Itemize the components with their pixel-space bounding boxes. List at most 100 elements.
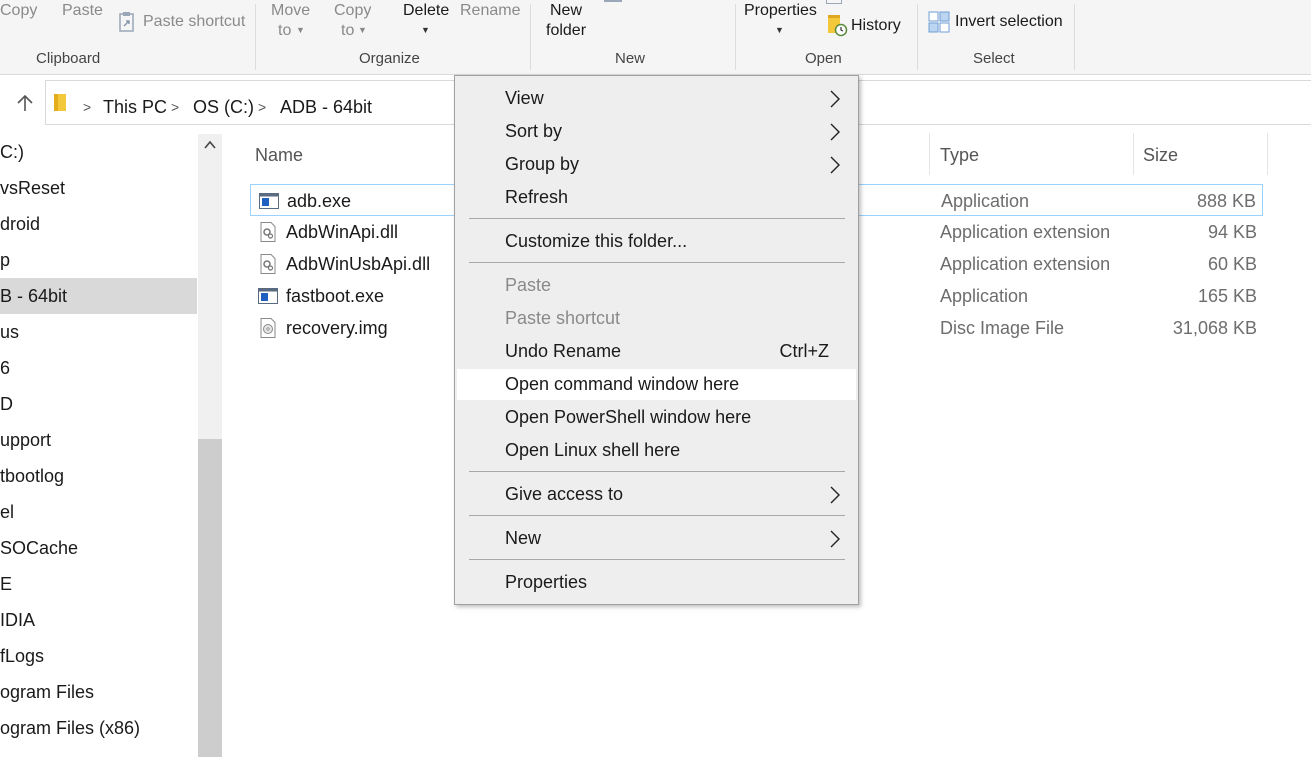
invert-selection-button[interactable]: Invert selection	[955, 12, 1063, 32]
menu-item-view[interactable]: View	[457, 83, 856, 114]
file-size: 31,068 KB	[1172, 318, 1257, 338]
breadcrumb-os-c[interactable]: OS (C:)	[193, 97, 254, 118]
menu-item-shortcut: Ctrl+Z	[779, 341, 830, 361]
ribbon: Copy Paste Paste shortcut Clipboard Move…	[0, 0, 1311, 75]
menu-item-open-linux-shell[interactable]: Open Linux shell here	[457, 435, 856, 466]
move-to-label-2: to	[278, 22, 292, 39]
group-label-select: Select	[973, 50, 1015, 67]
column-divider[interactable]	[929, 133, 930, 175]
chevron-right-icon	[828, 89, 842, 109]
new-folder-label-1: New	[550, 2, 583, 19]
column-header-type[interactable]: Type	[940, 145, 979, 166]
nav-item[interactable]: C:)	[0, 134, 197, 170]
breadcrumb-this-pc[interactable]: This PC	[103, 97, 167, 118]
menu-item-label: Undo Rename	[505, 341, 622, 361]
group-label-organize: Organize	[359, 50, 420, 67]
menu-item-give-access[interactable]: Give access to	[457, 479, 856, 510]
menu-item-group-by[interactable]: Group by	[457, 149, 856, 180]
rename-button[interactable]: Rename	[460, 1, 520, 21]
ribbon-divider	[1074, 4, 1075, 70]
file-name: fastboot.exe	[286, 286, 385, 306]
menu-item-sort-by[interactable]: Sort by	[457, 116, 856, 147]
menu-separator	[469, 471, 845, 472]
menu-item-label: Open Linux shell here	[505, 440, 681, 460]
menu-separator	[469, 218, 845, 219]
chevron-right-icon	[828, 122, 842, 142]
column-header-name[interactable]: Name	[255, 145, 303, 166]
copy-button[interactable]: Copy	[0, 1, 37, 21]
paste-shortcut-button[interactable]: Paste shortcut	[143, 12, 245, 32]
menu-item-open-powershell[interactable]: Open PowerShell window here	[457, 402, 856, 433]
menu-item-label: View	[505, 88, 544, 108]
chevron-up-icon[interactable]	[203, 138, 217, 154]
chevron-right-icon	[828, 529, 842, 549]
chevron-down-icon: ▼	[775, 25, 784, 35]
invert-selection-icon	[928, 11, 950, 38]
dll-file-icon	[258, 254, 278, 274]
file-type: Application extension	[940, 222, 1111, 242]
chevron-right-icon: >	[258, 99, 267, 115]
nav-scrollbar[interactable]	[198, 134, 222, 757]
nav-item[interactable]: vsReset	[0, 170, 197, 206]
nav-item[interactable]: SOCache	[0, 530, 197, 566]
menu-item-label: Group by	[505, 154, 580, 174]
context-menu: View Sort by Group by Refresh Customize …	[454, 75, 859, 605]
file-size: 60 KB	[1207, 254, 1257, 274]
menu-separator	[469, 515, 845, 516]
new-item-icon	[604, 0, 622, 2]
file-type: Application extension	[940, 254, 1111, 274]
application-icon	[258, 286, 278, 306]
delete-label: Delete	[403, 2, 450, 19]
nav-item[interactable]: IDIA	[0, 602, 197, 638]
copy-to-label-2: to	[341, 22, 355, 39]
menu-item-label: New	[505, 528, 542, 548]
column-header-size[interactable]: Size	[1143, 145, 1178, 166]
column-divider[interactable]	[1267, 133, 1268, 175]
menu-item-label: Properties	[505, 572, 588, 592]
chevron-down-icon: ▼	[296, 25, 305, 35]
menu-item-undo-rename[interactable]: Undo Rename Ctrl+Z	[457, 336, 856, 367]
nav-item[interactable]: droid	[0, 206, 197, 242]
nav-item[interactable]: el	[0, 494, 197, 530]
chevron-right-icon: >	[83, 99, 92, 115]
file-name: recovery.img	[286, 318, 388, 338]
nav-item[interactable]: ogram Files (x86)	[0, 710, 197, 746]
up-arrow-icon[interactable]	[15, 93, 35, 118]
file-type: Application	[940, 286, 1029, 306]
nav-item-selected[interactable]: B - 64bit	[0, 278, 197, 314]
menu-item-new[interactable]: New	[457, 523, 856, 554]
group-label-clipboard: Clipboard	[36, 50, 101, 67]
menu-item-open-command-window[interactable]: Open command window here	[457, 369, 856, 400]
menu-item-label: Refresh	[505, 187, 569, 207]
nav-item[interactable]: us	[0, 314, 197, 350]
nav-item[interactable]: upport	[0, 422, 197, 458]
nav-item[interactable]: E	[0, 566, 197, 602]
nav-item[interactable]: 6	[0, 350, 197, 386]
nav-item[interactable]: fLogs	[0, 638, 197, 674]
menu-item-label: Paste	[505, 275, 552, 295]
menu-item-label: Sort by	[505, 121, 563, 141]
nav-item[interactable]: ogram Files	[0, 674, 197, 710]
disc-image-icon	[258, 318, 278, 338]
breadcrumb-adb-64bit[interactable]: ADB - 64bit	[280, 97, 372, 118]
new-folder-label-2: folder	[546, 22, 587, 39]
menu-item-label: Open PowerShell window here	[505, 407, 752, 427]
file-name: AdbWinApi.dll	[286, 222, 399, 242]
menu-item-properties[interactable]: Properties	[457, 567, 856, 598]
column-divider[interactable]	[1133, 133, 1134, 175]
application-icon	[259, 191, 279, 211]
menu-item-refresh[interactable]: Refresh	[457, 182, 856, 213]
menu-item-paste-shortcut[interactable]: Paste shortcut	[457, 303, 856, 334]
menu-item-customize-folder[interactable]: Customize this folder...	[457, 226, 856, 257]
nav-item[interactable]: tbootlog	[0, 458, 197, 494]
menu-item-label: Open command window here	[505, 374, 740, 394]
paste-button[interactable]: Paste	[62, 1, 103, 21]
menu-separator	[469, 559, 845, 560]
scrollbar-thumb[interactable]	[198, 439, 222, 757]
nav-item[interactable]: p	[0, 242, 197, 278]
menu-item-paste[interactable]: Paste	[457, 270, 856, 301]
paste-shortcut-icon	[118, 11, 136, 38]
file-type: Application	[941, 191, 1030, 211]
nav-item[interactable]: D	[0, 386, 197, 422]
history-button[interactable]: History	[851, 16, 901, 36]
